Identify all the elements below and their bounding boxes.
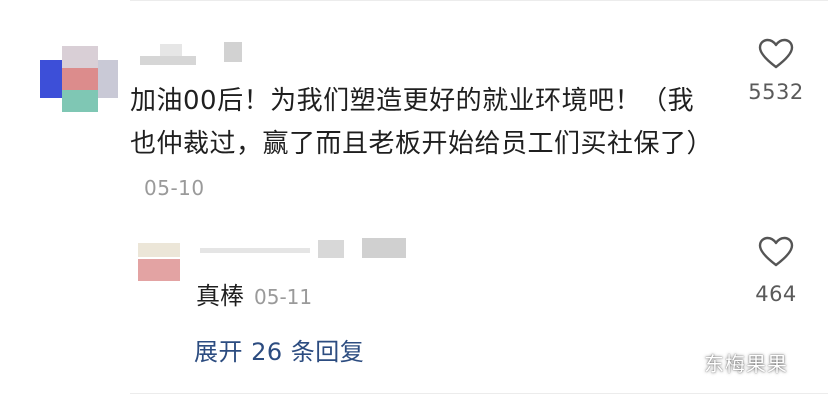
reply-avatar[interactable] <box>138 243 180 281</box>
reply-date: 05-11 <box>254 285 313 309</box>
heart-outline-icon <box>758 236 794 267</box>
like-button[interactable]: 5532 <box>746 38 806 116</box>
like-count: 5532 <box>748 80 804 104</box>
top-divider <box>130 0 828 1</box>
comment-date: 05-10 <box>144 176 205 200</box>
expand-replies-link[interactable]: 展开 26 条回复 <box>194 332 364 367</box>
comment-body: 加油00后！为我们塑造更好的就业环境吧！（我也仲裁过，赢了而且老板开始给员工们买… <box>130 80 714 210</box>
reply-body: 真棒 05-11 <box>196 276 312 317</box>
heart-outline-icon <box>758 38 794 69</box>
comment-text: 加油00后！为我们塑造更好的就业环境吧！（我也仲裁过，赢了而且老板开始给员工们买… <box>130 86 714 159</box>
reply-like-count: 464 <box>755 282 797 306</box>
username-blurred[interactable] <box>140 40 260 68</box>
bottom-divider <box>130 393 828 394</box>
reply-text: 真棒 <box>196 282 244 310</box>
watermark: 东梅果果 <box>704 352 788 376</box>
avatar[interactable] <box>40 38 118 120</box>
reply-like-button[interactable]: 464 <box>746 236 806 314</box>
reply-username-blurred[interactable] <box>200 238 410 262</box>
